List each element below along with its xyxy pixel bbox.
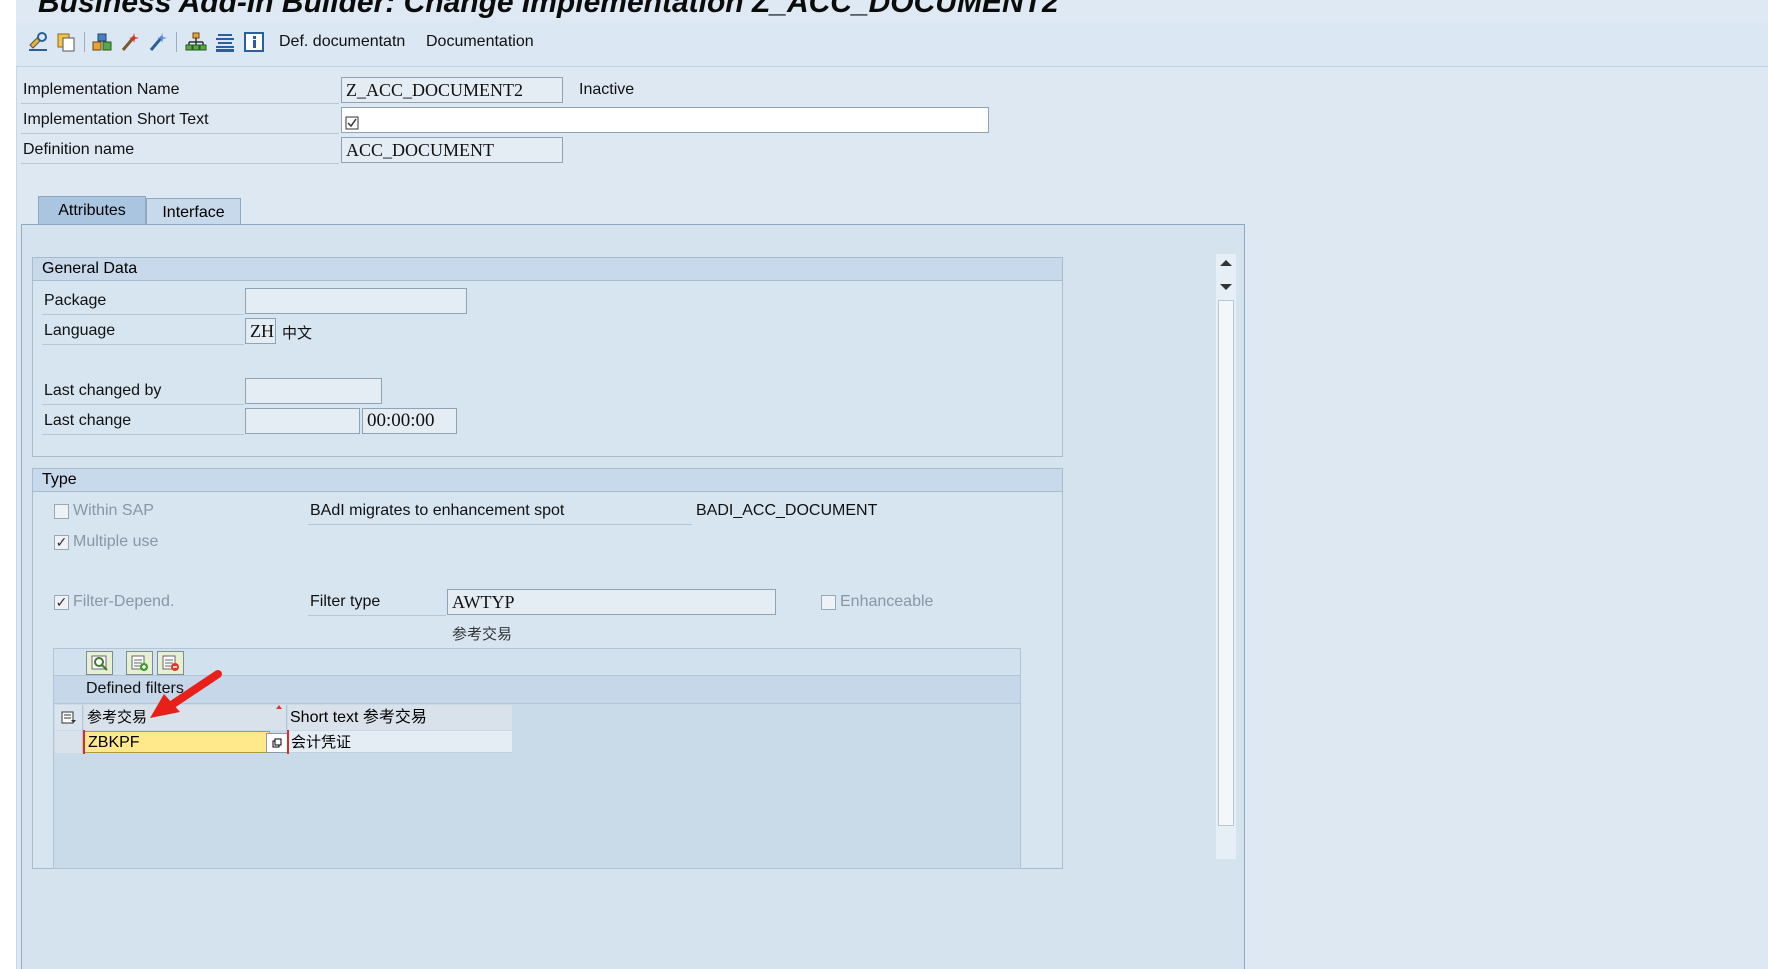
application-toolbar: Def. documentatn Documentation	[16, 20, 1768, 67]
last-change-time-field[interactable]: 00:00:00	[362, 408, 457, 434]
multiple-use-label: Multiple use	[73, 533, 159, 550]
tab-attributes[interactable]: Attributes	[38, 196, 146, 226]
row-selector[interactable]	[55, 731, 83, 753]
object-list-icon[interactable]	[90, 30, 114, 54]
left-window-edge	[0, 0, 17, 969]
short-text-label: Implementation Short Text	[23, 111, 209, 128]
tab-interface[interactable]: Interface	[146, 198, 241, 226]
def-documentation-button[interactable]: Def. documentatn	[279, 33, 405, 51]
column-header-short-text[interactable]: Short text 参考交易	[288, 705, 512, 730]
copy-object-icon[interactable]	[54, 30, 78, 54]
check-icon[interactable]	[146, 30, 170, 54]
language-name: 中文	[282, 324, 313, 342]
window-title: Business Add-In Builder: Change Implemen…	[38, 0, 1059, 19]
impl-name-label: Implementation Name	[23, 81, 180, 98]
last-change-label: Last change	[44, 412, 132, 429]
last-changed-by-label: Last changed by	[44, 382, 162, 399]
required-field-icon	[345, 112, 359, 136]
activate-icon[interactable]	[118, 30, 142, 54]
type-title: Type	[33, 469, 1062, 492]
table-settings-icon[interactable]	[55, 705, 83, 730]
enhanceable-checkbox[interactable]	[821, 595, 836, 610]
filter-short-text-cell: 会计凭证	[289, 731, 512, 753]
status-text: Inactive	[579, 81, 635, 98]
info-icon[interactable]	[242, 30, 266, 54]
filter-depend-label: Filter-Depend.	[73, 593, 175, 610]
last-change-date-field[interactable]	[245, 408, 360, 434]
general-data-group: General Data	[32, 257, 1063, 457]
language-label: Language	[44, 322, 116, 339]
list-icon[interactable]	[213, 30, 237, 54]
scroll-up-icon[interactable]	[1220, 260, 1232, 266]
filter-type-label: Filter type	[310, 593, 381, 610]
filter-type-field[interactable]: AWTYP	[447, 589, 776, 615]
general-data-title: General Data	[33, 258, 1062, 281]
def-name-field[interactable]: ACC_DOCUMENT	[341, 137, 563, 163]
vertical-scrollbar[interactable]	[1216, 254, 1236, 859]
short-text-field[interactable]	[341, 107, 989, 133]
within-sap-checkbox[interactable]	[54, 504, 69, 519]
package-label: Package	[44, 292, 107, 309]
filter-type-description: 参考交易	[452, 625, 513, 643]
impl-name-field[interactable]: Z_ACC_DOCUMENT2	[341, 77, 563, 103]
find-icon[interactable]	[86, 651, 113, 675]
within-sap-label: Within SAP	[73, 502, 154, 519]
enhanceable-label: Enhanceable	[840, 593, 934, 610]
tab-interface-label: Interface	[162, 204, 225, 221]
last-changed-by-field[interactable]	[245, 378, 382, 404]
hierarchy-icon[interactable]	[184, 30, 208, 54]
scroll-down-icon[interactable]	[1220, 284, 1232, 290]
package-field[interactable]	[245, 288, 467, 314]
focus-frame	[83, 730, 289, 754]
title-bar: Business Add-In Builder: Change Implemen…	[16, 0, 1768, 20]
display-change-icon[interactable]	[26, 30, 50, 54]
def-name-label: Definition name	[23, 141, 135, 158]
filter-depend-checkbox[interactable]: ✓	[54, 595, 69, 610]
scroll-thumb[interactable]	[1218, 300, 1234, 826]
multiple-use-checkbox[interactable]: ✓	[54, 535, 69, 550]
required-column-marker	[276, 705, 282, 709]
tab-attributes-label: Attributes	[58, 202, 126, 219]
migrates-label: BAdI migrates to enhancement spot	[310, 502, 565, 519]
migrates-value: BADI_ACC_DOCUMENT	[696, 502, 878, 519]
annotation-arrow-icon	[150, 670, 222, 718]
language-code-field[interactable]: ZH	[245, 318, 276, 344]
documentation-button[interactable]: Documentation	[426, 33, 534, 51]
